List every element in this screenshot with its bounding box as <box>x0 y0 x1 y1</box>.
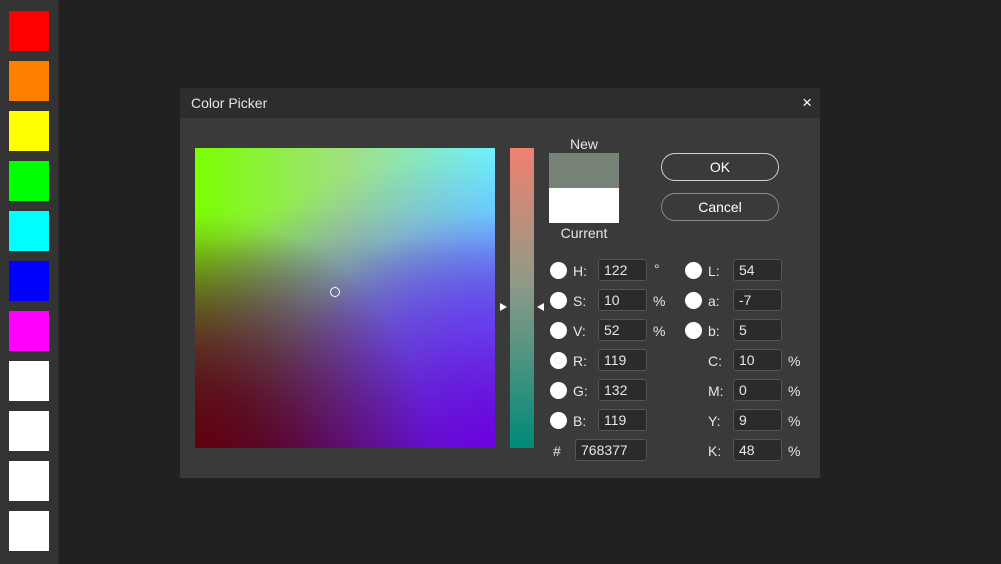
current-color-swatch[interactable] <box>549 188 619 223</box>
s-unit: % <box>653 293 666 309</box>
palette-swatch-green[interactable] <box>9 161 49 201</box>
m-unit: % <box>788 383 801 399</box>
palette-swatch-white-3[interactable] <box>9 461 49 501</box>
g-label: G: <box>573 383 588 399</box>
m-input[interactable]: 0 <box>733 379 782 401</box>
v-unit: % <box>653 323 666 339</box>
cancel-button[interactable]: Cancel <box>661 193 779 221</box>
b-radio[interactable] <box>550 412 567 429</box>
lab-l-radio[interactable] <box>685 262 702 279</box>
g-input[interactable]: 132 <box>598 379 647 401</box>
hex-label: # <box>553 443 561 459</box>
lab-l-label: L: <box>708 263 720 279</box>
h-label: H: <box>573 263 587 279</box>
dialog-titlebar[interactable]: Color Picker × <box>180 88 820 118</box>
s-radio[interactable] <box>550 292 567 309</box>
y-input[interactable]: 9 <box>733 409 782 431</box>
dialog-title: Color Picker <box>191 95 268 111</box>
lab-a-input[interactable]: -7 <box>733 289 782 311</box>
lab-b-input[interactable]: 5 <box>733 319 782 341</box>
v-radio[interactable] <box>550 322 567 339</box>
palette-swatch-white-4[interactable] <box>9 511 49 551</box>
color-picker-dialog: Color Picker × New Current OK Cancel H: … <box>180 88 820 478</box>
y-unit: % <box>788 413 801 429</box>
c-label: C: <box>708 353 722 369</box>
v-input[interactable]: 52 <box>598 319 647 341</box>
lab-b-radio[interactable] <box>685 322 702 339</box>
palette-swatch-magenta[interactable] <box>9 311 49 351</box>
lab-b-label: b: <box>708 323 720 339</box>
k-unit: % <box>788 443 801 459</box>
lab-a-radio[interactable] <box>685 292 702 309</box>
new-color-swatch <box>549 153 619 188</box>
r-radio[interactable] <box>550 352 567 369</box>
r-input[interactable]: 119 <box>598 349 647 371</box>
m-label: M: <box>708 383 724 399</box>
s-label: S: <box>573 293 587 309</box>
g-radio[interactable] <box>550 382 567 399</box>
s-input[interactable]: 10 <box>598 289 647 311</box>
new-color-label: New <box>569 136 598 152</box>
y-label: Y: <box>708 413 721 429</box>
k-label: K: <box>708 443 722 459</box>
palette-swatch-blue[interactable] <box>9 261 49 301</box>
v-label: V: <box>573 323 586 339</box>
b-label: B: <box>573 413 587 429</box>
r-label: R: <box>573 353 587 369</box>
field-cursor[interactable] <box>330 287 340 297</box>
color-palette-sidebar <box>0 0 59 564</box>
palette-swatch-white-2[interactable] <box>9 411 49 451</box>
field-overlay-dark <box>195 148 495 448</box>
c-input[interactable]: 10 <box>733 349 782 371</box>
palette-swatch-orange[interactable] <box>9 61 49 101</box>
saturation-value-field[interactable] <box>195 148 495 448</box>
h-unit: ° <box>654 261 660 277</box>
hue-slider-left-arrow[interactable] <box>500 303 507 311</box>
k-input[interactable]: 48 <box>733 439 782 461</box>
hue-slider-right-arrow[interactable] <box>537 303 544 311</box>
hue-slider[interactable] <box>510 148 534 448</box>
ok-button[interactable]: OK <box>661 153 779 181</box>
close-icon[interactable]: × <box>802 93 812 113</box>
current-color-label: Current <box>560 225 608 241</box>
lab-a-label: a: <box>708 293 720 309</box>
b-input[interactable]: 119 <box>598 409 647 431</box>
c-unit: % <box>788 353 801 369</box>
palette-swatch-cyan[interactable] <box>9 211 49 251</box>
lab-l-input[interactable]: 54 <box>733 259 782 281</box>
hex-input[interactable]: 768377 <box>575 439 647 461</box>
palette-swatch-yellow[interactable] <box>9 111 49 151</box>
h-input[interactable]: 122 <box>598 259 647 281</box>
h-radio[interactable] <box>550 262 567 279</box>
palette-swatch-red[interactable] <box>9 11 49 51</box>
palette-swatch-white-1[interactable] <box>9 361 49 401</box>
